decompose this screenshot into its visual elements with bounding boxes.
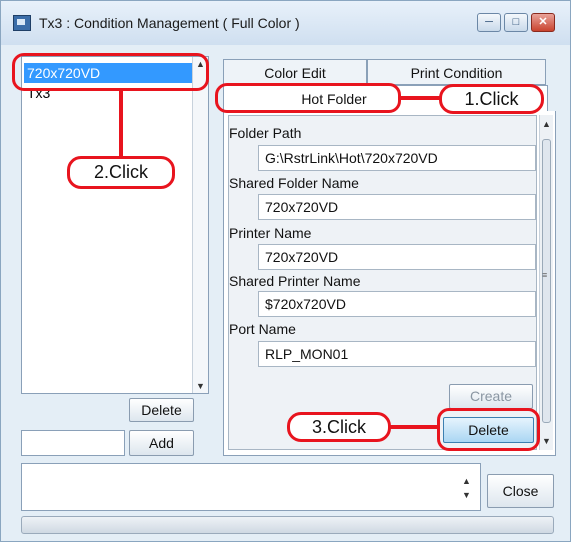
shared-printer-name-field[interactable]: $720x720VD	[258, 291, 536, 317]
scrollbar-thumb[interactable]: ≡	[542, 139, 551, 423]
add-name-input[interactable]	[21, 430, 125, 456]
printer-name-field[interactable]: 720x720VD	[258, 244, 536, 270]
shared-folder-name-field[interactable]: 720x720VD	[258, 194, 536, 220]
spin-up-icon[interactable]: ▲	[462, 476, 471, 486]
callout-2-click: 2.Click	[67, 156, 175, 189]
condition-management-window: Tx3 : Condition Management ( Full Color …	[0, 0, 571, 542]
list-scrollbar[interactable]: ▲ ▼	[192, 57, 208, 393]
tab-color-edit[interactable]: Color Edit	[223, 59, 367, 85]
hot-folder-scrollbar[interactable]: ▲ ≡ ▼	[539, 115, 553, 450]
status-bar	[21, 516, 554, 534]
create-button[interactable]: Create	[449, 384, 533, 409]
scroll-grip-icon: ≡	[542, 270, 548, 280]
shared-printer-name-label: Shared Printer Name	[229, 273, 361, 289]
scroll-down-icon[interactable]: ▼	[542, 436, 551, 446]
printer-name-label: Printer Name	[229, 225, 312, 241]
list-delete-button[interactable]: Delete	[129, 398, 194, 422]
highlight-list-item	[12, 53, 209, 91]
list-add-button[interactable]: Add	[129, 430, 194, 456]
callout-line-1	[400, 96, 440, 100]
scroll-down-icon[interactable]: ▼	[196, 381, 205, 391]
tab-print-condition[interactable]: Print Condition	[367, 59, 546, 85]
shared-folder-name-label: Shared Folder Name	[229, 175, 359, 191]
callout-line-2	[119, 90, 123, 158]
maximize-icon: □	[512, 16, 520, 28]
condition-list[interactable]: 720x720VD Tx3 ▲ ▼	[21, 56, 209, 394]
maximize-button[interactable]: □	[504, 13, 528, 32]
minimize-icon: ─	[485, 16, 493, 28]
message-spinner[interactable]: ▲ ▼	[462, 476, 471, 500]
port-name-field[interactable]: RLP_MON01	[258, 341, 536, 367]
callout-1-click: 1.Click	[439, 84, 544, 114]
window-title: Tx3 : Condition Management ( Full Color …	[39, 15, 300, 31]
close-button[interactable]: Close	[487, 474, 554, 508]
highlight-delete-button	[437, 408, 540, 451]
scroll-up-icon[interactable]: ▲	[542, 119, 551, 129]
callout-3-click: 3.Click	[287, 412, 391, 442]
spin-down-icon[interactable]: ▼	[462, 490, 471, 500]
title-bar[interactable]: Tx3 : Condition Management ( Full Color …	[1, 1, 570, 45]
port-name-label: Port Name	[229, 321, 296, 337]
callout-line-3	[390, 425, 438, 429]
close-icon: ✕	[538, 16, 548, 28]
message-box[interactable]	[21, 463, 481, 511]
app-icon	[13, 15, 31, 31]
folder-path-label: Folder Path	[229, 125, 302, 141]
folder-path-field[interactable]: G:\RstrLink\Hot\720x720VD	[258, 145, 536, 171]
close-window-button[interactable]: ✕	[531, 13, 555, 32]
highlight-hot-folder-tab	[215, 83, 401, 113]
minimize-button[interactable]: ─	[477, 13, 501, 32]
